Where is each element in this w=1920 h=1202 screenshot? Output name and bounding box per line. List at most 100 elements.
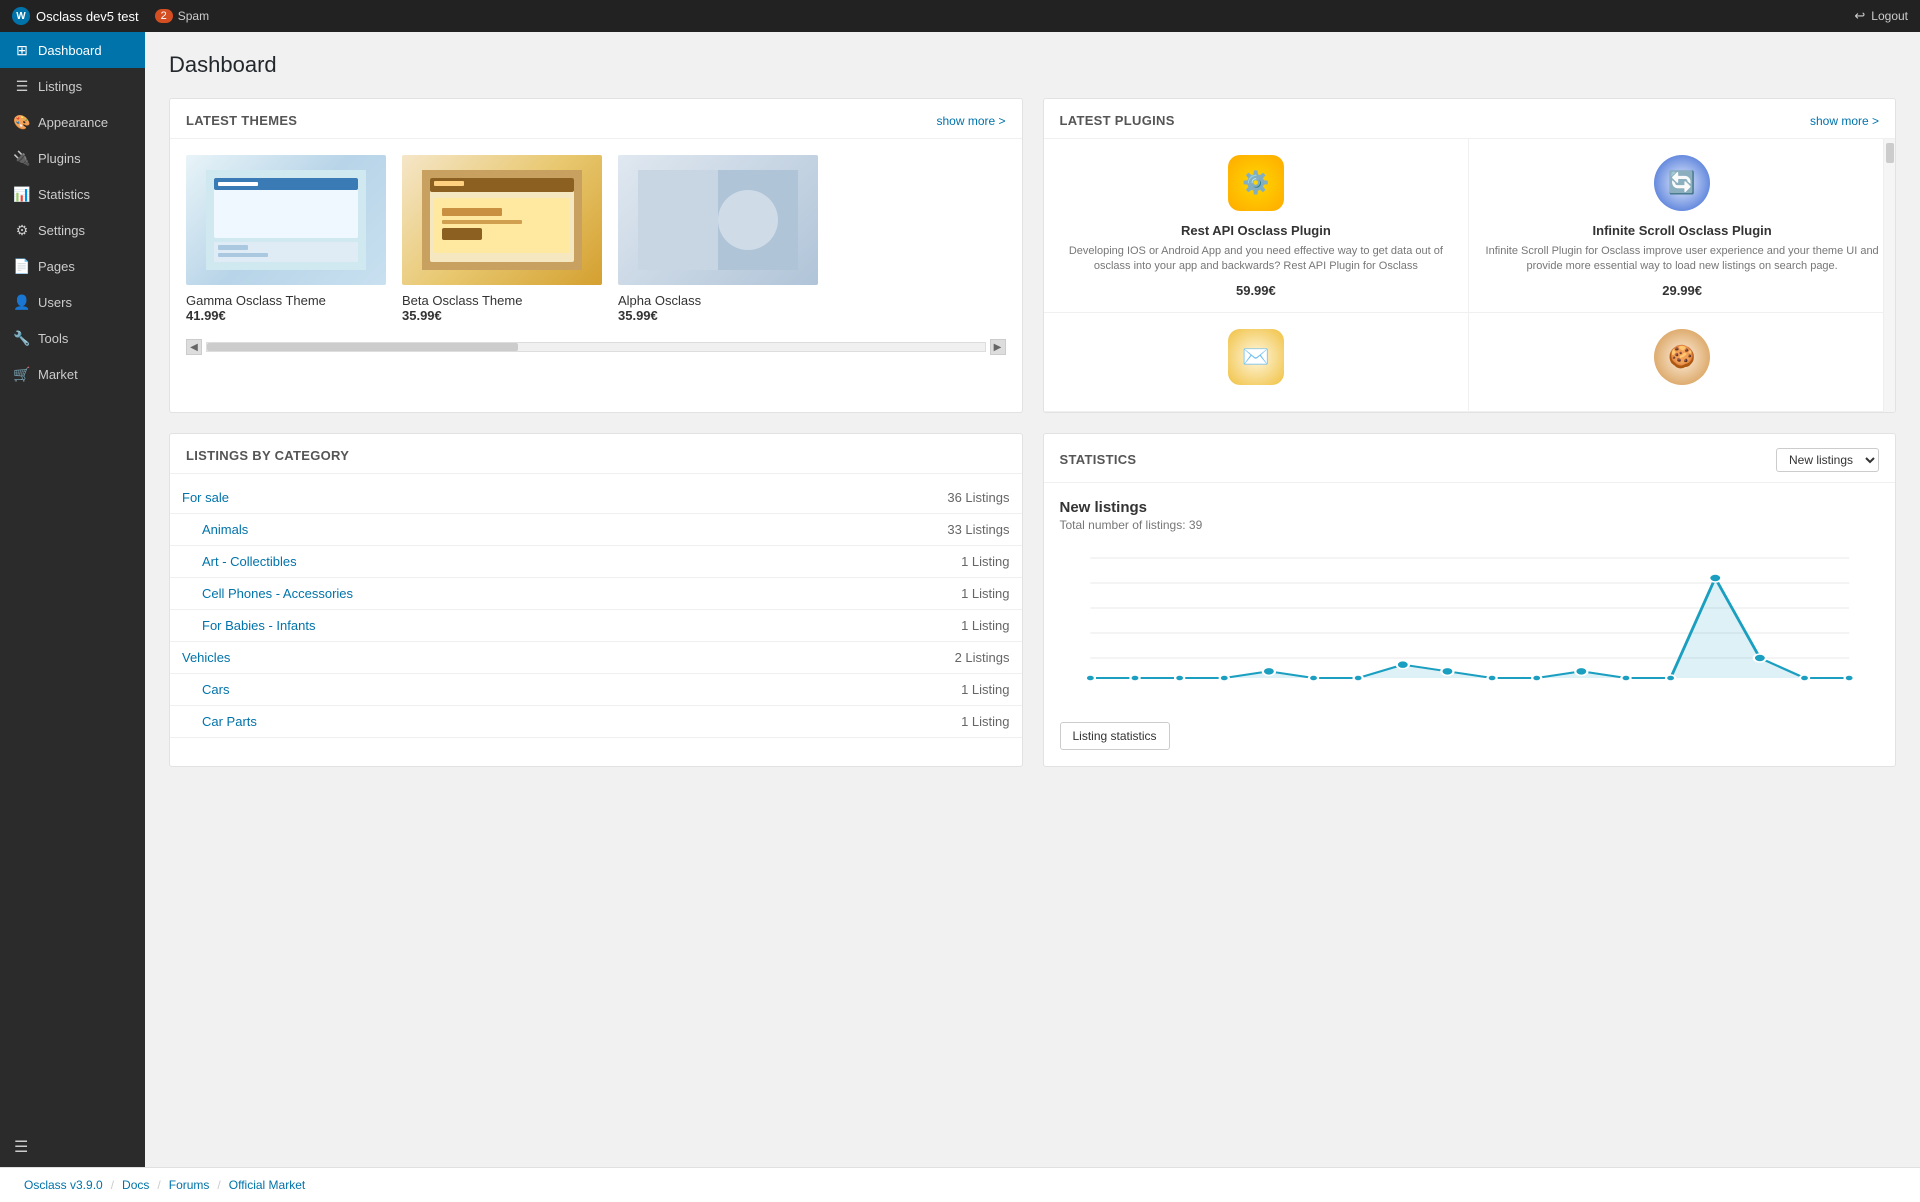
sidebar-bottom: ☰: [0, 1127, 145, 1167]
logout-label: Logout: [1871, 9, 1908, 23]
appearance-icon: 🎨: [14, 114, 30, 130]
plugins-show-more[interactable]: show more >: [1810, 114, 1879, 128]
category-link[interactable]: Animals: [202, 522, 248, 537]
pages-icon: 📄: [14, 258, 30, 274]
themes-show-more[interactable]: show more >: [936, 114, 1005, 128]
category-child-cell: For Babies - Infants: [170, 609, 766, 641]
category-count: 1 Listing: [766, 705, 1021, 737]
topbar-right[interactable]: ↩ Logout: [1854, 8, 1908, 24]
sidebar-item-plugins[interactable]: 🔌 Plugins: [0, 140, 145, 176]
sidebar-item-label: Statistics: [38, 187, 90, 202]
category-link[interactable]: Car Parts: [202, 714, 257, 729]
plugin-name-api: Rest API Osclass Plugin: [1060, 223, 1453, 238]
statistics-card-header: STATISTICS New listings Views Clicks: [1044, 434, 1896, 483]
sidebar-item-label: Plugins: [38, 151, 81, 166]
category-count: 1 Listing: [766, 577, 1021, 609]
category-link[interactable]: Vehicles: [182, 650, 230, 665]
footer-link-forums[interactable]: Forums: [169, 1178, 210, 1192]
scroll-track[interactable]: [206, 342, 986, 352]
plugin-item-cookie: [1469, 313, 1895, 412]
themes-section-title: LATEST THEMES: [186, 113, 297, 128]
sidebar-item-label: Market: [38, 367, 78, 382]
plugins-grid: Rest API Osclass Plugin Developing IOS o…: [1044, 139, 1896, 412]
plugins-scrollbar[interactable]: [1883, 139, 1895, 412]
plugin-price-api: 59.99€: [1060, 283, 1453, 298]
theme-item: Alpha Osclass 35.99€: [618, 155, 818, 323]
themes-scrollbar: ◀ ▶: [170, 339, 1022, 365]
category-count: 36 Listings: [766, 482, 1021, 514]
page-title: Dashboard: [169, 52, 1896, 78]
category-link[interactable]: For sale: [182, 490, 229, 505]
sidebar-item-label: Settings: [38, 223, 85, 238]
scroll-right-arrow[interactable]: ▶: [990, 339, 1006, 355]
category-count: 1 Listing: [766, 545, 1021, 577]
sidebar-item-listings[interactable]: ☰ Listings: [0, 68, 145, 104]
listing-statistics-button[interactable]: Listing statistics: [1060, 722, 1170, 750]
theme-item: Beta Osclass Theme 35.99€: [402, 155, 602, 323]
listings-category-card: LISTINGS BY CATEGORY For sale 36 Listings…: [169, 433, 1023, 767]
sidebar-item-settings[interactable]: ⚙ Settings: [0, 212, 145, 248]
category-link[interactable]: Art - Collectibles: [202, 554, 297, 569]
plugins-card-header: LATEST PLUGINS show more >: [1044, 99, 1896, 139]
table-row: For Babies - Infants 1 Listing: [170, 609, 1022, 641]
table-row: Cell Phones - Accessories 1 Listing: [170, 577, 1022, 609]
sidebar-item-dashboard[interactable]: ⊞ Dashboard: [0, 32, 145, 68]
footer-link-market[interactable]: Official Market: [229, 1178, 305, 1192]
plugin-icon-scroll-wrapper: [1652, 153, 1712, 213]
spam-label: Spam: [178, 9, 209, 23]
sidebar-item-label: Pages: [38, 259, 75, 274]
topbar-left: W Osclass dev5 test 2 Spam: [12, 7, 209, 25]
footer-link-docs[interactable]: Docs: [122, 1178, 149, 1192]
topbar-brand: W Osclass dev5 test: [12, 7, 139, 25]
sidebar-item-label: Dashboard: [38, 43, 102, 58]
footer-version[interactable]: Osclass v3.9.0: [24, 1178, 103, 1192]
stats-chart-title: New listings: [1060, 499, 1880, 516]
spam-badge: 2: [155, 9, 173, 23]
category-count: 1 Listing: [766, 609, 1021, 641]
theme-price-3: 35.99€: [618, 308, 818, 323]
theme-price-1: 41.99€: [186, 308, 386, 323]
themes-track[interactable]: Gamma Osclass Theme 41.99€: [170, 139, 1022, 339]
sidebar-item-statistics[interactable]: 📊 Statistics: [0, 176, 145, 212]
topbar-spam[interactable]: 2 Spam: [155, 9, 209, 23]
plugins-section-title: LATEST PLUGINS: [1060, 113, 1175, 128]
plugins-icon: 🔌: [14, 150, 30, 166]
theme-image-1: [186, 155, 386, 285]
themes-scroll-wrapper: Gamma Osclass Theme 41.99€: [170, 139, 1022, 365]
category-child-cell: Cell Phones - Accessories: [170, 577, 766, 609]
chart-area: [1060, 548, 1880, 708]
category-parent-cell: Vehicles: [170, 641, 766, 673]
topbar: W Osclass dev5 test 2 Spam ↩ Logout: [0, 0, 1920, 32]
category-parent-cell: For sale: [170, 482, 766, 514]
statistics-card: STATISTICS New listings Views Clicks New…: [1043, 433, 1897, 767]
brand-icon: W: [12, 7, 30, 25]
sidebar-item-market[interactable]: 🛒 Market: [0, 356, 145, 392]
statistics-dropdown[interactable]: New listings Views Clicks: [1776, 448, 1879, 472]
scroll-left-arrow[interactable]: ◀: [186, 339, 202, 355]
sidebar-item-label: Listings: [38, 79, 82, 94]
statistics-section-title: STATISTICS: [1060, 452, 1137, 467]
scroll-plugin-icon: [1654, 155, 1710, 211]
footer-sep-3: /: [217, 1178, 220, 1192]
category-link[interactable]: Cars: [202, 682, 229, 697]
sidebar-item-pages[interactable]: 📄 Pages: [0, 248, 145, 284]
plugin-price-scroll: 29.99€: [1485, 283, 1879, 298]
hamburger-icon[interactable]: ☰: [14, 1139, 28, 1156]
plugin-icon-email-wrapper: [1226, 327, 1286, 387]
market-icon: 🛒: [14, 366, 30, 382]
footer-sep-2: /: [157, 1178, 160, 1192]
category-count: 33 Listings: [766, 513, 1021, 545]
theme-name-1: Gamma Osclass Theme: [186, 293, 386, 308]
footer: Osclass v3.9.0 / Docs / Forums / Officia…: [0, 1167, 1920, 1202]
table-row: Cars1 Listing: [170, 673, 1022, 705]
category-link[interactable]: For Babies - Infants: [202, 618, 315, 633]
category-link[interactable]: Cell Phones - Accessories: [202, 586, 353, 601]
themes-card-header: LATEST THEMES show more >: [170, 99, 1022, 139]
listings-card-header: LISTINGS BY CATEGORY: [170, 434, 1022, 474]
sidebar-item-appearance[interactable]: 🎨 Appearance: [0, 104, 145, 140]
sidebar-item-users[interactable]: 👤 Users: [0, 284, 145, 320]
chart-svg: [1060, 548, 1880, 708]
sidebar-item-tools[interactable]: 🔧 Tools: [0, 320, 145, 356]
statistics-icon: 📊: [14, 186, 30, 202]
theme-price-2: 35.99€: [402, 308, 602, 323]
